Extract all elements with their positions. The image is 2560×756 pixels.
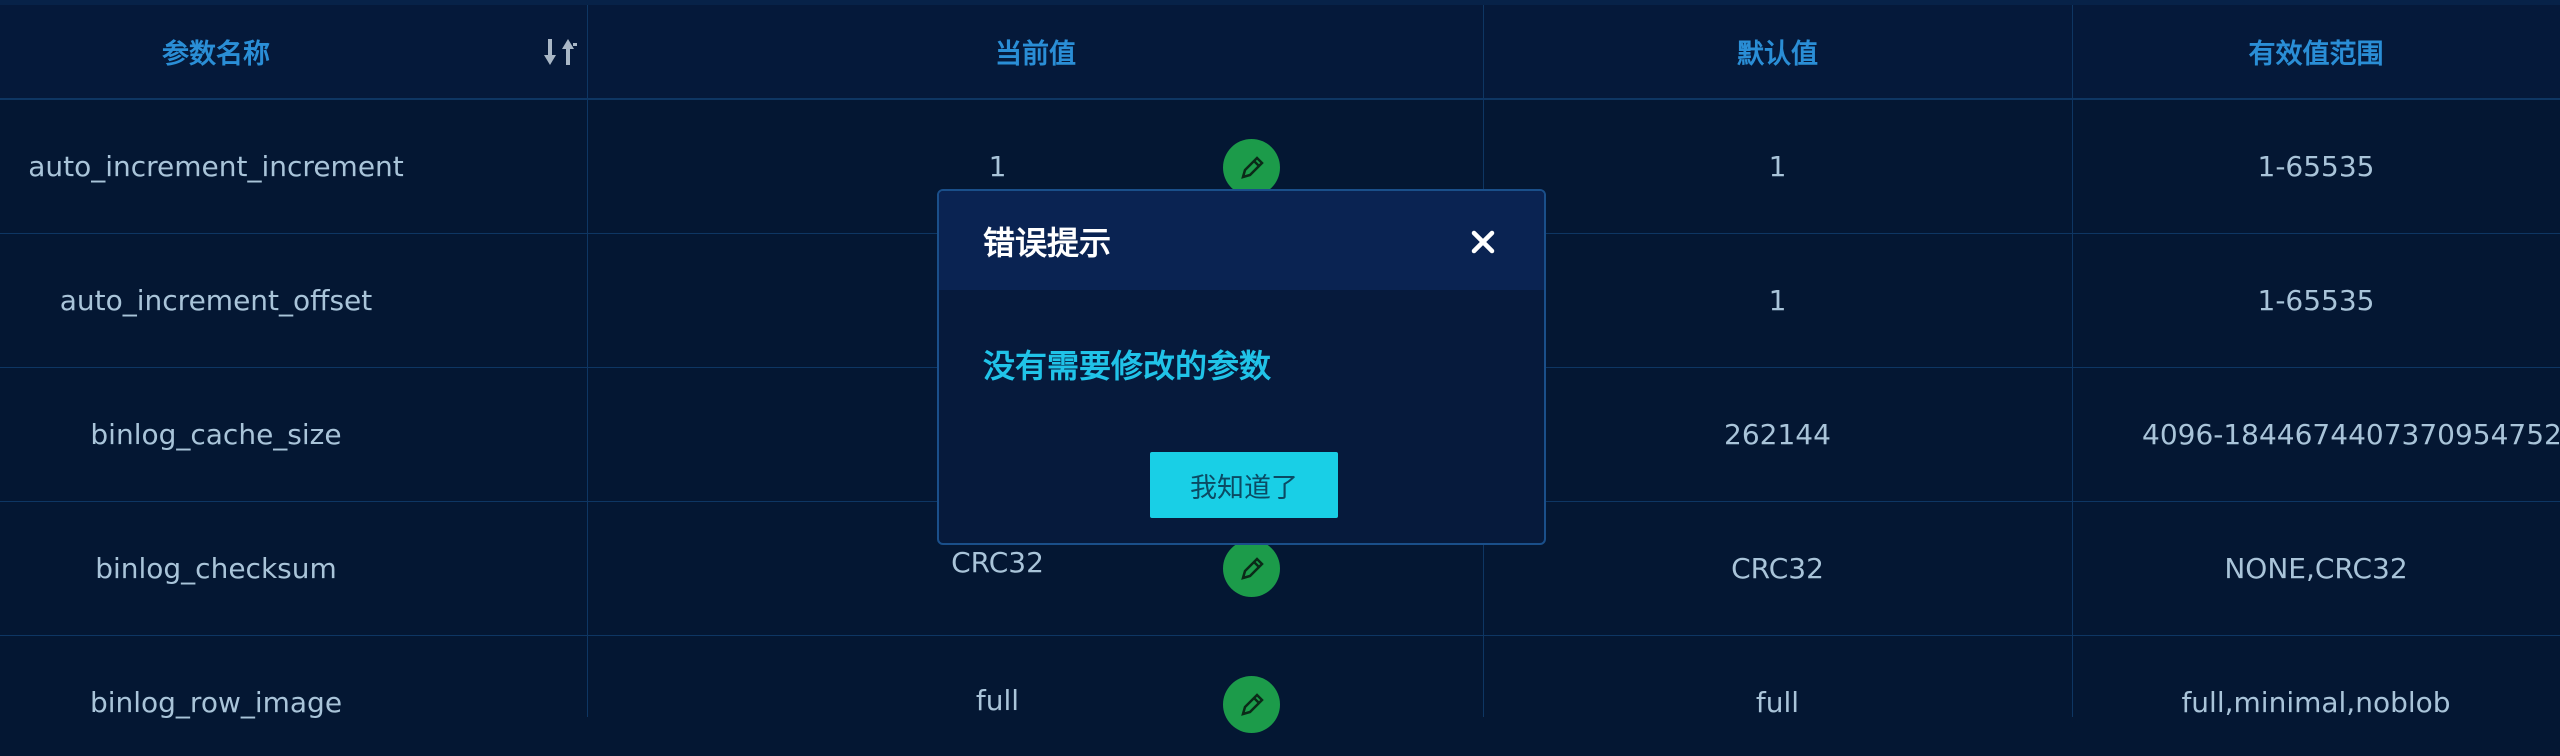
dialog-message: 没有需要修改的参数 <box>983 347 1272 385</box>
header-valid-range: 有效值范围 <box>2248 39 2384 70</box>
valid-range: 1-65535 <box>2257 284 2375 317</box>
pencil-icon <box>1240 155 1264 179</box>
dialog-title: 错误提示 <box>983 224 1112 262</box>
param-name: auto_increment_offset <box>59 284 373 317</box>
table-header: 参数名称 当前值 默认值 有效值范围 <box>0 5 2560 100</box>
error-dialog: 错误提示 没有需要修改的参数 我知道了 <box>937 189 1546 545</box>
dialog-header: 错误提示 <box>939 191 1544 290</box>
sort-icon[interactable] <box>544 37 578 67</box>
default-value: 1 <box>1768 150 1787 183</box>
close-icon[interactable] <box>1468 227 1498 257</box>
default-value: CRC32 <box>1731 552 1824 585</box>
valid-range: 1-65535 <box>2257 150 2375 183</box>
edit-button[interactable] <box>1223 540 1280 597</box>
default-value: 1 <box>1768 284 1787 317</box>
table-row: binlog_row_image full full full,minimal,… <box>0 636 2560 733</box>
param-name: auto_increment_increment <box>28 150 404 183</box>
ok-button[interactable]: 我知道了 <box>1150 452 1338 518</box>
header-current-value: 当前值 <box>995 39 1076 70</box>
header-default-value: 默认值 <box>1737 39 1818 70</box>
param-name: binlog_cache_size <box>90 418 342 451</box>
current-value: full <box>975 684 1020 717</box>
valid-range: 4096-18446744073709547520 <box>2142 418 2560 451</box>
edit-button[interactable] <box>1223 676 1280 733</box>
valid-range: full,minimal,noblob <box>2181 686 2451 719</box>
default-value: 262144 <box>1724 418 1831 451</box>
param-name: binlog_checksum <box>95 552 337 585</box>
default-value: full <box>1755 686 1800 719</box>
pencil-icon <box>1240 692 1264 716</box>
pencil-icon <box>1240 556 1264 580</box>
header-param-name[interactable]: 参数名称 <box>0 5 432 98</box>
param-name: binlog_row_image <box>89 686 343 719</box>
edit-button[interactable] <box>1223 139 1280 196</box>
valid-range: NONE,CRC32 <box>2224 552 2408 585</box>
